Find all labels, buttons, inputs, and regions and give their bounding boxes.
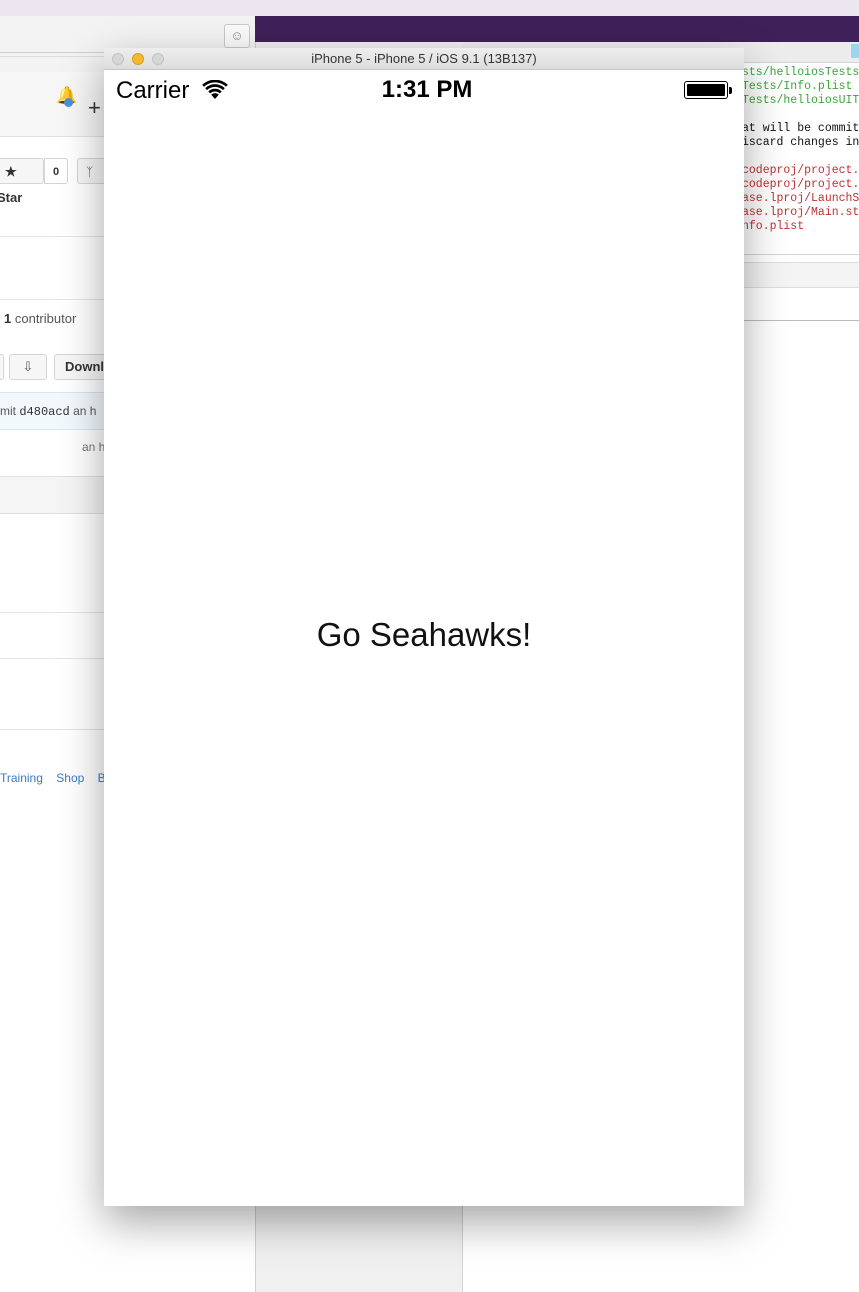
commit-prefix: mit bbox=[0, 404, 16, 418]
battery-icon bbox=[684, 81, 728, 99]
terminal-line: Tests/helloiosUIT bbox=[742, 94, 859, 107]
simulator-window: iPhone 5 - iPhone 5 / iOS 9.1 (13B137) C… bbox=[104, 48, 744, 1206]
commit-author-fragment: an h bbox=[82, 440, 106, 454]
terminal-line: Tests/Info.plist bbox=[742, 80, 853, 93]
footer-link-training[interactable]: Training bbox=[0, 771, 43, 785]
divider bbox=[744, 254, 859, 255]
battery-tip bbox=[729, 87, 732, 94]
background-window-titlebar bbox=[255, 16, 859, 42]
terminal-line: iscard changes in bbox=[742, 136, 859, 149]
terminal-line: at will be commit bbox=[742, 122, 859, 135]
star-button[interactable]: ★ Star bbox=[0, 158, 44, 205]
terminal-line: codeproj/project. bbox=[742, 178, 859, 191]
download-desktop-icon: ⇩ bbox=[22, 359, 34, 374]
star-icon: ★ bbox=[5, 164, 17, 179]
profile-button[interactable]: ☺ bbox=[224, 24, 250, 48]
contributors-summary[interactable]: 1 contributor bbox=[4, 311, 76, 326]
add-plus-icon[interactable]: + bbox=[88, 97, 101, 119]
ios-status-bar: Carrier 1:31 PM bbox=[104, 70, 744, 110]
simulator-window-title: iPhone 5 - iPhone 5 / iOS 9.1 (13B137) bbox=[311, 51, 537, 66]
person-icon: ☺ bbox=[230, 28, 244, 43]
fork-icon: ᛉ bbox=[86, 165, 94, 179]
star-count[interactable]: 0 bbox=[44, 158, 68, 184]
menu-bar bbox=[0, 0, 859, 16]
star-button-label: Star bbox=[0, 190, 23, 205]
divider bbox=[744, 320, 859, 321]
notification-indicator bbox=[64, 98, 73, 107]
terminal-line: ase.lproj/Main.st bbox=[742, 206, 859, 219]
terminal-line: sts/helloiosTests bbox=[742, 66, 859, 79]
contributors-label: contributor bbox=[14, 311, 77, 326]
footer-link-shop[interactable]: Shop bbox=[56, 771, 84, 785]
footer-links: Training Shop Bl bbox=[0, 771, 118, 785]
download-desktop-button[interactable]: ⇩ bbox=[9, 354, 47, 380]
commit-message: an h bbox=[73, 404, 97, 418]
battery-level-fill bbox=[687, 84, 725, 96]
contributors-count: 1 bbox=[4, 311, 12, 326]
status-time: 1:31 PM bbox=[381, 76, 473, 103]
main-label: Go Seahawks! bbox=[316, 616, 532, 653]
terminal-line: nfo.plist bbox=[742, 220, 805, 233]
commit-sha[interactable]: d480acd bbox=[19, 405, 69, 419]
terminal-output: sts/helloiosTests Tests/Info.plist Tests/h… bbox=[742, 66, 859, 234]
terminal-band bbox=[744, 262, 859, 288]
simulator-titlebar[interactable]: iPhone 5 - iPhone 5 / iOS 9.1 (13B137) bbox=[104, 48, 744, 70]
download-button-label: Downl bbox=[65, 359, 104, 374]
terminal-scroll-indicator bbox=[851, 44, 859, 58]
toolbar-button[interactable] bbox=[0, 354, 4, 380]
terminal-line: ase.lproj/LaunchS bbox=[742, 192, 859, 205]
terminal-line: codeproj/project. bbox=[742, 164, 859, 177]
